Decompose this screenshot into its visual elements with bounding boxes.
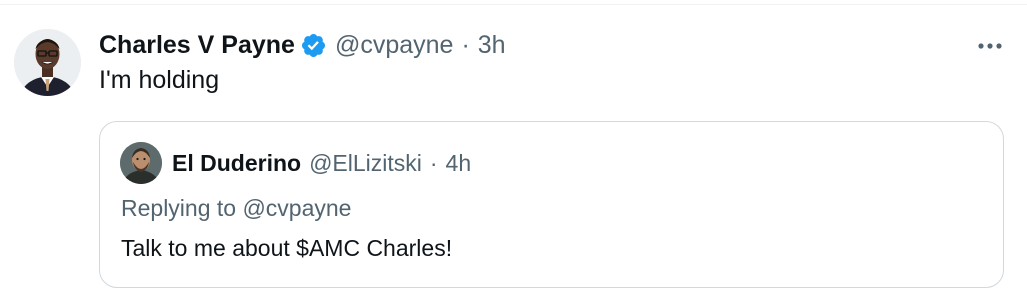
tweet-text: I'm holding: [99, 66, 220, 94]
replying-to-label: Replying to @cvpayne: [121, 195, 352, 221]
quoted-tweet-text: Talk to me about $AMC Charles!: [121, 235, 453, 261]
quoted-tweet[interactable]: El Duderino @ElLizitski · 4h Replying to…: [99, 121, 1004, 288]
more-options-icon[interactable]: [974, 32, 1006, 60]
quoted-author-avatar[interactable]: [120, 142, 162, 184]
quoted-author-name[interactable]: El Duderino: [172, 150, 301, 177]
author-avatar[interactable]: [14, 29, 81, 96]
tweet-header: Charles V Payne @cvpayne · 3h: [99, 28, 506, 62]
quoted-meta-separator: ·: [429, 149, 438, 176]
tweet-timestamp[interactable]: 3h: [478, 31, 506, 60]
verified-badge-icon[interactable]: [300, 32, 327, 59]
author-handle[interactable]: @cvpayne: [335, 31, 454, 60]
quoted-tweet-timestamp[interactable]: 4h: [446, 150, 472, 177]
author-name[interactable]: Charles V Payne: [99, 31, 295, 60]
quoted-author-handle[interactable]: @ElLizitski: [309, 150, 422, 177]
quoted-tweet-header: El Duderino @ElLizitski · 4h: [172, 146, 471, 180]
tweet[interactable]: Charles V Payne @cvpayne · 3h I'm holdin…: [0, 0, 1027, 304]
meta-separator: ·: [461, 30, 470, 59]
